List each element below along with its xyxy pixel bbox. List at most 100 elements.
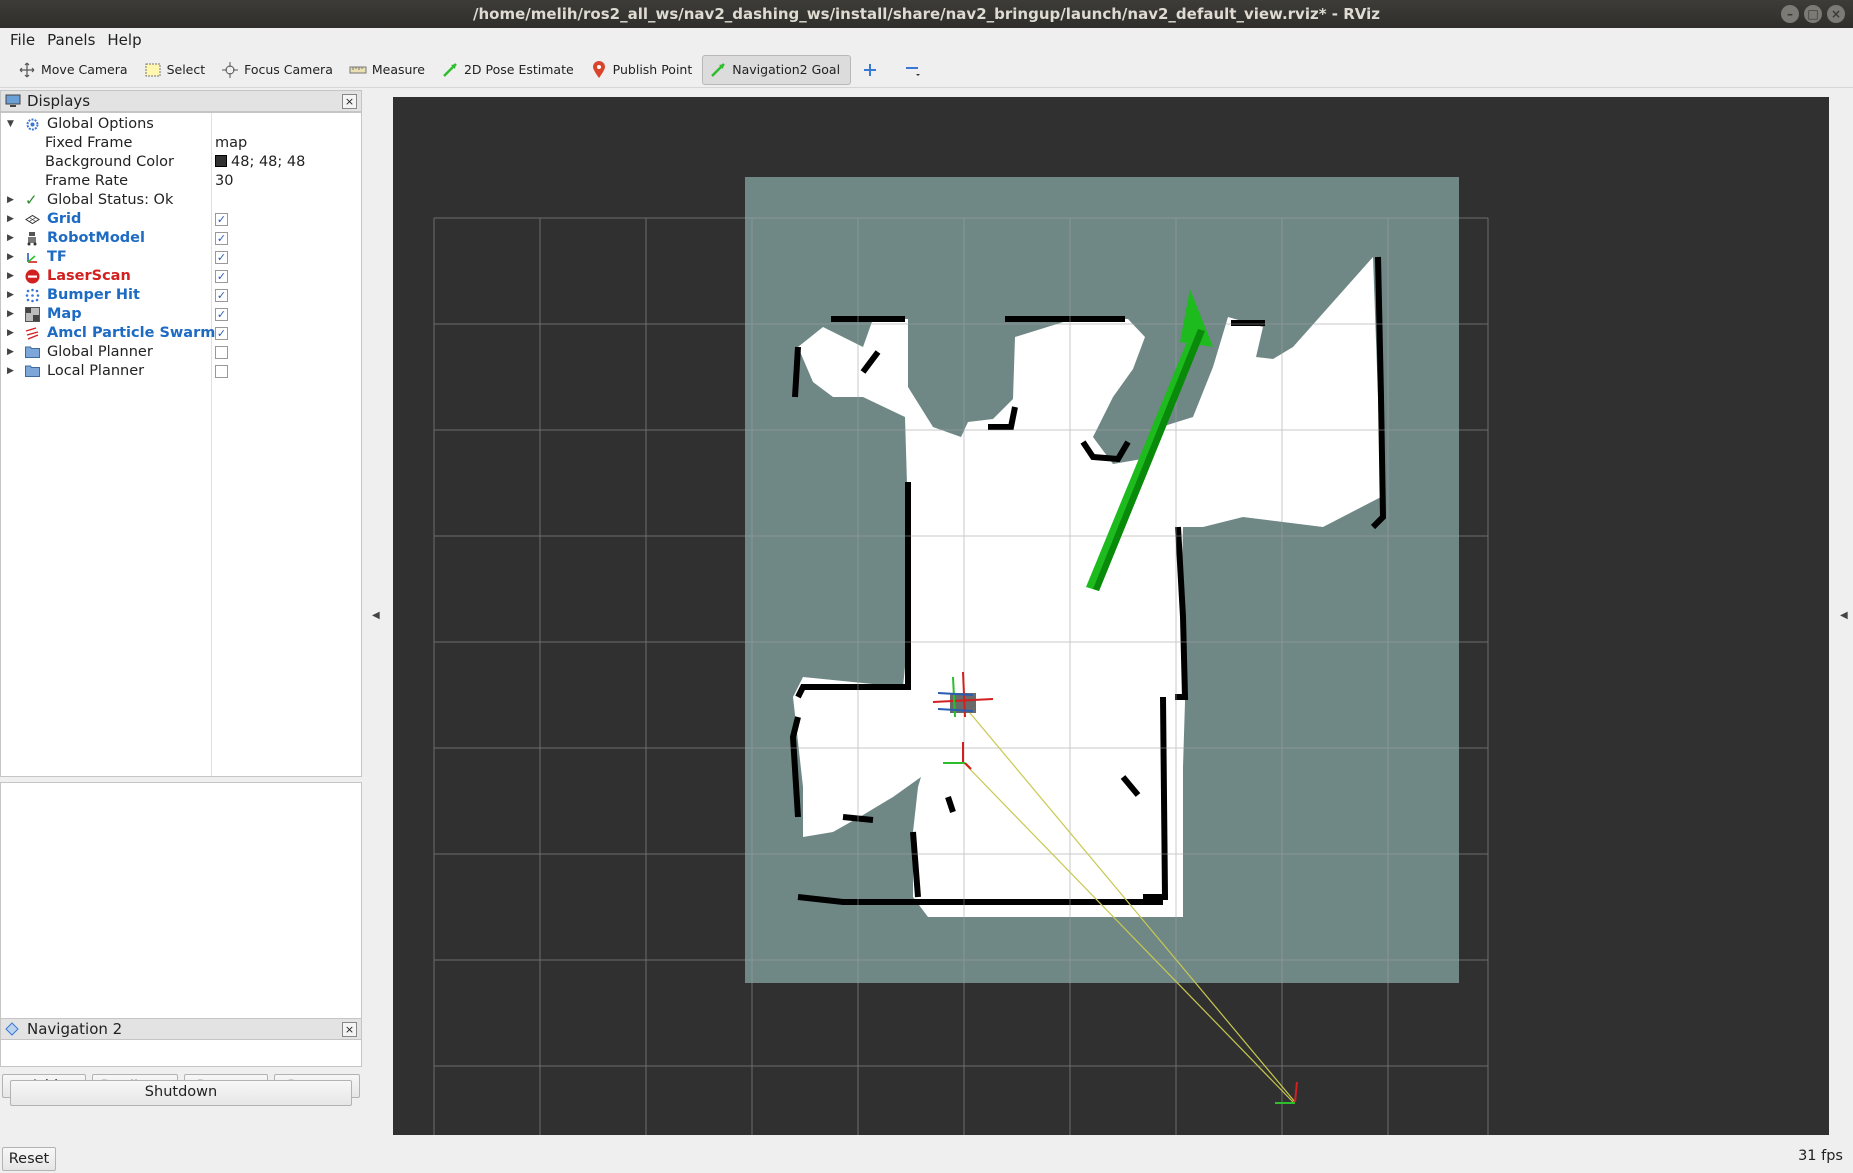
tree-row-grid[interactable]: ▶ Grid ✓ (1, 210, 361, 229)
fps-readout: 31 fps (1798, 1148, 1843, 1164)
expand-right-icon[interactable]: ▶ (7, 362, 14, 381)
fixed-frame-label: Fixed Frame (45, 135, 133, 151)
displays-panel-title: Displays (27, 92, 91, 110)
grid-checkbox[interactable]: ✓ (215, 213, 228, 226)
bumper-hit-icon (25, 288, 40, 303)
pose-estimate-icon (441, 61, 459, 79)
bumper-hit-checkbox[interactable]: ✓ (215, 289, 228, 302)
tree-row-robotmodel[interactable]: ▶ RobotModel ✓ (1, 229, 361, 248)
tree-row-bumper-hit[interactable]: ▶ Bumper Hit ✓ (1, 286, 361, 305)
background-color-label: Background Color (45, 154, 174, 170)
tool-focus-camera[interactable]: Focus Camera (215, 55, 343, 85)
select-icon (144, 61, 162, 79)
frame-rate-value[interactable]: 30 (215, 172, 233, 191)
tree-row-amcl-particle-swarm[interactable]: ▶ Amcl Particle Swarm ✓ (1, 324, 361, 343)
tree-row-global-options[interactable]: ▼ Global Options (1, 115, 361, 134)
tool-move-camera-label: Move Camera (41, 62, 128, 77)
tf-checkbox[interactable]: ✓ (215, 251, 228, 264)
tree-row-fixed-frame[interactable]: Fixed Frame map (1, 134, 361, 153)
maximize-button[interactable]: □ (1804, 5, 1822, 23)
close-navigation-panel-button[interactable]: × (342, 1022, 357, 1037)
expand-right-icon[interactable]: ▶ (7, 324, 14, 343)
expand-right-icon[interactable]: ▶ (7, 267, 14, 286)
grid-label: Grid (47, 211, 82, 227)
window-title: /home/melih/ros2_all_ws/nav2_dashing_ws/… (473, 5, 1380, 23)
global-status-label: Global Status: Ok (47, 192, 174, 208)
measure-icon (349, 61, 367, 79)
publish-point-icon (590, 60, 608, 79)
expand-right-icon[interactable]: ▶ (7, 210, 14, 229)
robotmodel-checkbox[interactable]: ✓ (215, 232, 228, 245)
close-displays-panel-button[interactable]: × (342, 94, 357, 109)
expand-right-icon[interactable]: ▶ (7, 286, 14, 305)
expand-right-icon[interactable]: ▶ (7, 305, 14, 324)
tool-2d-pose-estimate-label: 2D Pose Estimate (463, 62, 574, 77)
global-planner-checkbox[interactable] (215, 346, 228, 359)
map-label: Map (47, 306, 82, 322)
move-camera-icon (18, 61, 36, 79)
expand-down-icon[interactable]: ▼ (7, 115, 14, 134)
scene-render (433, 177, 1489, 1135)
tool-publish-point-label: Publish Point (612, 62, 693, 77)
laserscan-checkbox[interactable]: ✓ (215, 270, 228, 283)
frame-rate-label: Frame Rate (45, 173, 129, 189)
tool-focus-camera-label: Focus Camera (244, 62, 333, 77)
tree-row-laserscan[interactable]: ▶ LaserScan ✓ (1, 267, 361, 286)
tool-select[interactable]: Select (138, 55, 216, 85)
folder-icon (25, 345, 40, 360)
focus-camera-icon (221, 61, 239, 79)
reset-button[interactable]: Reset (2, 1147, 56, 1171)
global-planner-label: Global Planner (47, 344, 153, 360)
expand-right-icon[interactable]: ▶ (7, 191, 14, 210)
bumper-hit-label: Bumper Hit (47, 287, 140, 303)
expand-right-icon[interactable]: ▶ (7, 343, 14, 362)
add-tool-button[interactable] (851, 55, 894, 85)
tool-2d-pose-estimate[interactable]: 2D Pose Estimate (435, 55, 584, 85)
tool-navigation2-goal[interactable]: Navigation2 Goal (702, 54, 852, 85)
expand-right-icon[interactable]: ▶ (7, 248, 14, 267)
tool-measure[interactable]: Measure (343, 55, 435, 85)
tree-row-frame-rate[interactable]: Frame Rate 30 (1, 172, 361, 191)
map-checkbox[interactable]: ✓ (215, 308, 228, 321)
render-viewport[interactable] (393, 97, 1829, 1135)
nav-goal-icon (709, 61, 727, 79)
tool-select-label: Select (166, 62, 206, 77)
menu-help[interactable]: Help (103, 31, 149, 49)
navigation-panel-title: Navigation 2 (27, 1020, 123, 1038)
collapse-left-panel-icon[interactable]: ◀ (372, 610, 380, 621)
error-icon (25, 269, 40, 284)
background-color-value: 48; 48; 48 (231, 154, 306, 170)
map-icon (25, 307, 40, 322)
tree-row-local-planner[interactable]: ▶ Local Planner (1, 362, 361, 381)
tool-move-camera[interactable]: Move Camera (12, 55, 138, 85)
amcl-particle-swarm-checkbox[interactable]: ✓ (215, 327, 228, 340)
tree-row-global-status[interactable]: ▶ ✓ Global Status: Ok (1, 191, 361, 210)
fixed-frame-value[interactable]: map (215, 134, 247, 153)
remove-tool-button[interactable] (894, 55, 937, 85)
left-dock: Displays × ▼ Global Options Fixed Frame … (0, 90, 362, 1148)
checkmark-icon: ✓ (25, 191, 38, 209)
color-swatch (215, 155, 227, 167)
displays-panel-header: Displays × (0, 90, 362, 112)
global-options-label: Global Options (47, 116, 154, 132)
tree-row-global-planner[interactable]: ▶ Global Planner (1, 343, 361, 362)
local-planner-checkbox[interactable] (215, 365, 228, 378)
close-button[interactable]: × (1827, 5, 1845, 23)
laserscan-label: LaserScan (47, 268, 131, 284)
collapse-right-panel-icon[interactable]: ◀ (1840, 610, 1848, 621)
tf-icon (25, 250, 40, 265)
plus-icon (861, 61, 879, 79)
tree-row-map[interactable]: ▶ Map ✓ (1, 305, 361, 324)
tool-publish-point[interactable]: Publish Point (584, 55, 703, 85)
expand-right-icon[interactable]: ▶ (7, 229, 14, 248)
tree-row-background-color[interactable]: Background Color 48; 48; 48 (1, 153, 361, 172)
menu-file[interactable]: File (6, 31, 43, 49)
tool-navigation2-goal-label: Navigation2 Goal (732, 62, 841, 77)
shutdown-button[interactable]: Shutdown (10, 1080, 352, 1106)
minus-icon (904, 61, 922, 79)
minimize-button[interactable]: – (1781, 5, 1799, 23)
menu-panels[interactable]: Panels (43, 31, 103, 49)
tf-label: TF (47, 249, 67, 265)
background-color-value-wrap[interactable]: 48; 48; 48 (215, 153, 305, 172)
tree-row-tf[interactable]: ▶ TF ✓ (1, 248, 361, 267)
